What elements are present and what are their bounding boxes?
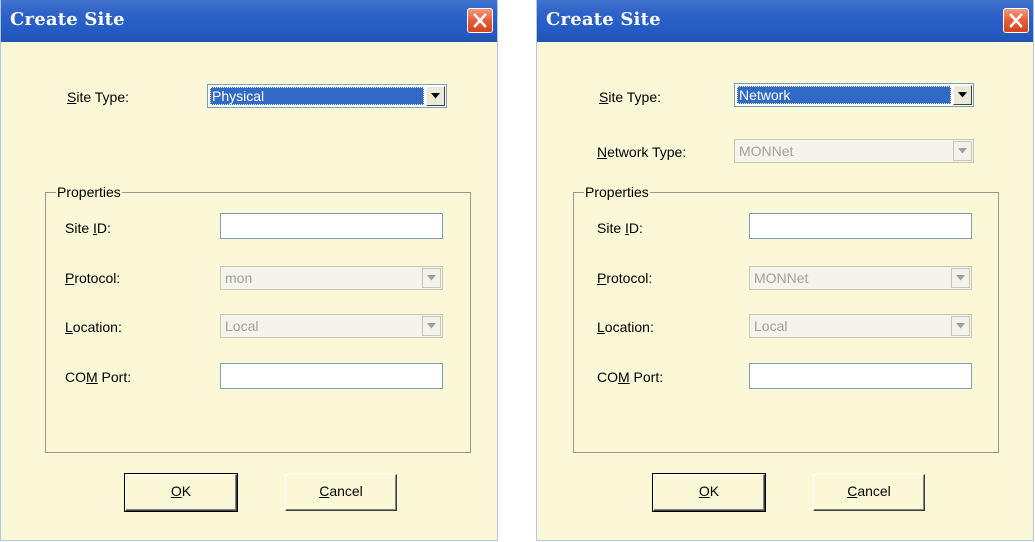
dialog-title: Create Site (10, 9, 125, 30)
location-select[interactable]: Local (749, 314, 972, 338)
close-button[interactable] (1003, 8, 1029, 33)
protocol-label: Protocol: (65, 270, 121, 286)
ok-button[interactable]: OK (652, 473, 766, 512)
protocol-label: Protocol: (597, 270, 653, 286)
network-type-label: Network Type: (597, 144, 687, 160)
com-port-input[interactable] (220, 363, 443, 389)
protocol-dropdown-button[interactable] (951, 268, 970, 288)
site-type-dropdown-button[interactable] (426, 86, 445, 106)
protocol-value: mon (225, 270, 253, 286)
properties-legend: Properties (56, 184, 122, 200)
location-select[interactable]: Local (220, 314, 443, 338)
site-type-select[interactable]: Network (734, 83, 974, 107)
chevron-down-icon (956, 275, 965, 281)
site-id-label: Site ID: (597, 220, 643, 236)
chevron-down-icon (958, 92, 967, 98)
com-port-label: COM Port: (597, 369, 664, 385)
close-icon (1009, 13, 1023, 28)
protocol-dropdown-button[interactable] (422, 268, 441, 288)
location-value: Local (225, 318, 259, 334)
site-type-dropdown-button[interactable] (953, 85, 972, 105)
title-bar[interactable]: Create Site (1, 0, 497, 42)
location-label: Location: (65, 319, 122, 335)
create-site-dialog-physical: Create Site Site Type: Physical Properti… (0, 0, 498, 541)
title-bar[interactable]: Create Site (537, 0, 1033, 42)
close-button[interactable] (467, 8, 493, 33)
close-icon (473, 13, 487, 28)
chevron-down-icon (431, 93, 440, 99)
site-type-label: Site Type: (67, 89, 130, 105)
site-id-label: Site ID: (65, 220, 111, 236)
cancel-button[interactable]: Cancel (813, 474, 925, 511)
chevron-down-icon (427, 323, 436, 329)
site-type-select[interactable]: Physical (207, 84, 447, 108)
site-id-input[interactable] (749, 213, 972, 239)
network-type-dropdown-button[interactable] (953, 141, 972, 161)
protocol-value: MONNet (754, 270, 809, 286)
site-id-input[interactable] (220, 213, 443, 239)
location-dropdown-button[interactable] (951, 316, 970, 336)
chevron-down-icon (958, 148, 967, 154)
properties-legend: Properties (584, 184, 650, 200)
site-type-value: Physical (210, 87, 424, 105)
dialog-title: Create Site (546, 9, 661, 30)
site-type-label: Site Type: (599, 89, 662, 105)
location-label: Location: (597, 319, 654, 335)
ok-button[interactable]: OK (124, 473, 238, 512)
network-type-select[interactable]: MONNet (734, 139, 974, 163)
chevron-down-icon (956, 323, 965, 329)
com-port-label: COM Port: (65, 369, 132, 385)
chevron-down-icon (427, 275, 436, 281)
location-dropdown-button[interactable] (422, 316, 441, 336)
create-site-dialog-network: Create Site Site Type: Network Network T… (536, 0, 1034, 541)
protocol-select[interactable]: mon (220, 266, 443, 290)
location-value: Local (754, 318, 788, 334)
site-type-value: Network (737, 86, 951, 104)
protocol-select[interactable]: MONNet (749, 266, 972, 290)
cancel-button[interactable]: Cancel (285, 474, 397, 511)
com-port-input[interactable] (749, 363, 972, 389)
network-type-value: MONNet (739, 143, 794, 159)
